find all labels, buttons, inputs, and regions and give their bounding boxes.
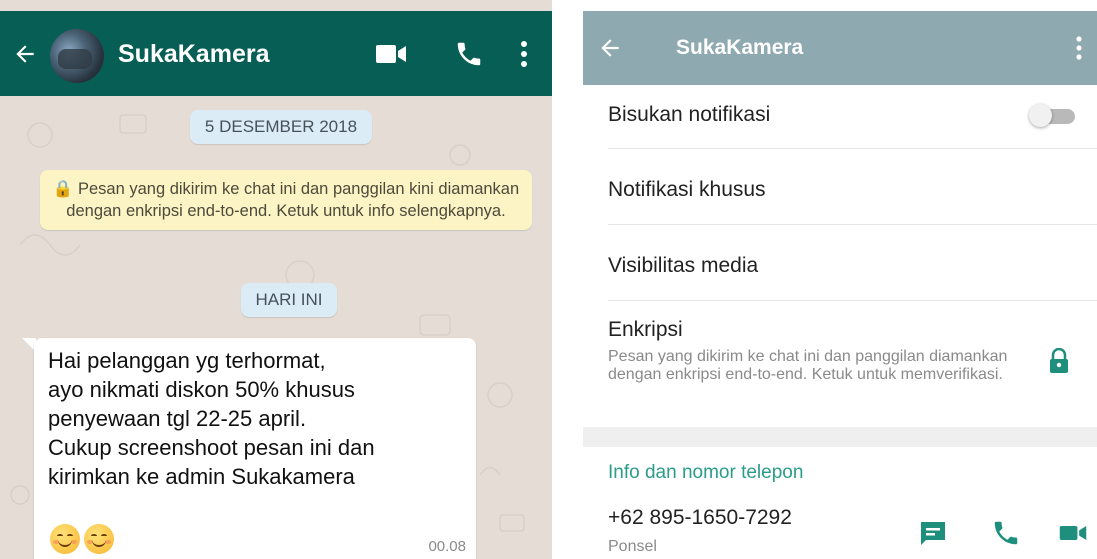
date-divider: 5 DESEMBER 2018: [190, 110, 372, 144]
message-text: Hai pelanggan yg terhormat, ayo nikmati …: [48, 348, 375, 489]
encryption-description: Pesan yang dikirim ke chat ini dan pangg…: [608, 348, 1008, 383]
info-header: SukaKamera: [583, 11, 1097, 85]
divider: [608, 300, 1097, 301]
chat-contact-name[interactable]: SukaKamera: [118, 40, 269, 69]
contact-info-screen: SukaKamera Bisukan notifikasi Notifikasi…: [583, 0, 1097, 559]
phone-type-label: Ponsel: [608, 538, 657, 555]
info-title: SukaKamera: [676, 36, 804, 59]
chat-screen: SukaKamera 5 DESEMBER 2018 🔒 Pesan yang …: [0, 0, 552, 559]
phone-number[interactable]: +62 895-1650-7292: [608, 506, 792, 530]
divider: [608, 148, 1097, 149]
lock-icon[interactable]: [1048, 348, 1070, 374]
message-icon[interactable]: [918, 518, 948, 548]
encryption-title[interactable]: Enkripsi: [608, 318, 683, 342]
more-vert-icon[interactable]: [519, 39, 529, 69]
phone-icon[interactable]: [991, 518, 1021, 548]
encryption-notice[interactable]: 🔒 Pesan yang dikirim ke chat ini dan pan…: [40, 170, 532, 230]
mute-notifications-label[interactable]: Bisukan notifikasi: [608, 103, 770, 127]
back-arrow-icon[interactable]: [597, 35, 623, 61]
back-arrow-icon[interactable]: [12, 41, 38, 67]
custom-notifications-item[interactable]: Notifikasi khusus: [608, 178, 766, 202]
video-call-icon[interactable]: [374, 39, 408, 69]
video-call-icon[interactable]: [1058, 518, 1088, 548]
today-divider: HARI INI: [241, 283, 337, 317]
divider: [608, 224, 1097, 225]
info-section-title: Info dan nomor telepon: [608, 462, 804, 483]
chat-header: SukaKamera: [0, 11, 552, 96]
message-bubble[interactable]: Hai pelanggan yg terhormat, ayo nikmati …: [34, 338, 476, 559]
toggle-knob: [1029, 104, 1052, 127]
section-separator: [583, 427, 1097, 447]
avatar[interactable]: [50, 29, 104, 83]
mute-toggle[interactable]: [1029, 104, 1077, 127]
media-visibility-item[interactable]: Visibilitas media: [608, 254, 758, 278]
more-vert-icon[interactable]: [1076, 35, 1082, 61]
smiling-face-emoji: [84, 524, 114, 554]
phone-icon[interactable]: [452, 39, 486, 69]
smiling-face-emoji: [50, 524, 80, 554]
message-time: 00.08: [428, 538, 466, 555]
